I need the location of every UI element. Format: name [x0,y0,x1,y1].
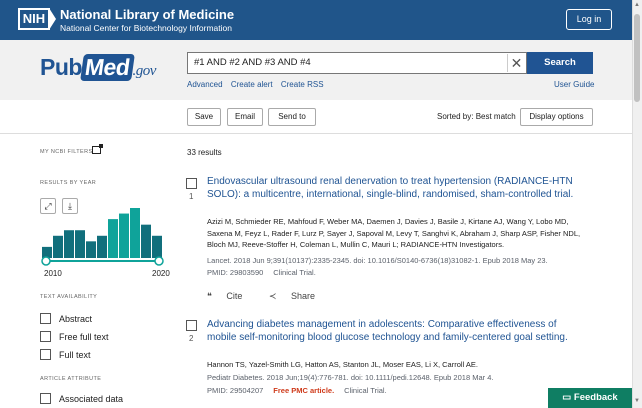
checkbox[interactable] [40,393,51,404]
filter-label: Abstract [59,314,93,324]
logo-gov: .gov [132,63,156,79]
create-rss-link[interactable]: Create RSS [281,80,324,89]
year-bar[interactable] [97,235,107,258]
result-authors: Hannon TS, Yazel-Smith LG, Hatton AS, St… [207,360,478,369]
email-button[interactable]: Email [227,108,263,126]
chat-icon: ▭ [562,392,572,403]
text-availability-heading: TEXT AVAILABILITY [40,294,98,300]
result-number: 2 [189,334,194,343]
result-pmid: PMID: 29803590 [207,268,264,277]
year-bar[interactable] [141,224,151,258]
result-type: Clinical Trial. [344,386,387,395]
filter-label: Associated data [59,394,124,404]
result-title[interactable]: Endovascular ultrasound renal denervatio… [207,176,587,201]
share-button[interactable]: ≺ Share [269,291,327,301]
article-attribute-heading: ARTICLE ATTRIBUTE [40,376,102,382]
result-number: 1 [189,192,194,201]
filter-label: Free full text [59,332,109,342]
free-pmc-badge: Free PMC article. [273,386,335,395]
result-title[interactable]: Advancing diabetes management in adolesc… [207,319,587,344]
filter-full-text[interactable]: Full text [40,349,91,360]
year-bar[interactable] [130,208,140,258]
result-checkbox[interactable] [186,178,197,189]
result-pmid-row: PMID: 29504207 Free PMC article. Clinical … [207,386,387,395]
feedback-label: Feedback [573,392,618,403]
year-bar[interactable] [86,241,96,258]
results-count: 33 results [187,148,222,157]
result-citation: Lancet. 2018 Jun 9;391(10137):2335-2345.… [207,256,548,265]
result-authors: Azizi M, Schmieder RE, Mahfoud F, Weber … [207,217,581,249]
user-guide-link[interactable]: User Guide [554,80,594,89]
share-icon: ≺ [268,291,277,301]
filter-associated-data[interactable]: Associated data [40,393,123,404]
year-chart-svg [41,208,164,266]
clear-icon[interactable]: ✕ [507,54,525,72]
cite-button[interactable]: ❝ Cite [207,291,254,301]
search-input[interactable]: #1 AND #2 AND #3 AND #4 [187,52,527,74]
external-link-icon[interactable] [92,144,103,154]
scroll-up-arrow[interactable]: ▲ [634,2,640,8]
my-ncbi-filters-heading: MY NCBI FILTERS [40,149,93,155]
login-button[interactable]: Log in [566,9,612,30]
save-button[interactable]: Save [187,108,221,126]
filter-label: Full text [59,350,91,360]
checkbox[interactable] [40,313,51,324]
send-to-button[interactable]: Send to [268,108,316,126]
display-options-button[interactable]: Display options [520,108,593,126]
range-start-handle[interactable] [41,256,51,266]
nlm-title[interactable]: National Library of Medicine [60,7,234,22]
result-type: Clinical Trial. [273,268,316,277]
pubmed-logo[interactable]: PubMed.gov [40,54,156,81]
nih-header-bar: NIH National Library of Medicine Nationa… [0,0,632,40]
results-by-year-heading: RESULTS BY YEAR [40,180,97,186]
filter-abstract[interactable]: Abstract [40,313,92,324]
year-start-label: 2010 [44,269,62,278]
year-bar[interactable] [75,230,85,258]
feedback-button[interactable]: ▭ Feedback [548,388,632,408]
search-header: PubMed.gov #1 AND #2 AND #3 AND #4 ✕ Sea… [0,40,632,100]
year-bar[interactable] [53,235,63,258]
nih-logo[interactable]: NIH [18,8,56,30]
sort-order[interactable]: Sorted by: Best match [437,112,516,121]
year-bar[interactable] [42,246,52,258]
search-button[interactable]: Search [527,52,593,74]
logo-med: Med [80,54,135,81]
share-label: Share [290,291,315,301]
year-bar[interactable] [64,230,74,258]
logo-pub: Pub [40,54,82,80]
year-bar[interactable] [119,213,129,258]
quote-icon: ❝ [207,291,212,301]
scrollbar-thumb[interactable] [634,14,640,102]
filter-free-full-text[interactable]: Free full text [40,331,109,342]
result-pmid-row: PMID: 29803590 Clinical Trial. [207,268,316,277]
range-end-handle[interactable] [154,256,164,266]
checkbox[interactable] [40,331,51,342]
ncbi-subtitle: National Center for Biotechnology Inform… [60,23,232,33]
search-links: Advanced Create alert Create RSS [187,80,330,89]
year-end-label: 2020 [152,269,170,278]
year-bar[interactable] [152,235,162,258]
cite-label: Cite [226,291,243,301]
checkbox[interactable] [40,349,51,360]
result-checkbox[interactable] [186,320,197,331]
scroll-down-arrow[interactable]: ▼ [634,398,640,404]
result-pmid: PMID: 29504207 [207,386,264,395]
results-toolbar: Save Email Send to Sorted by: Best match… [0,100,632,134]
year-bar[interactable] [108,219,118,258]
create-alert-link[interactable]: Create alert [231,80,273,89]
results-by-year-chart[interactable] [40,198,165,268]
result-citation: Pediatr Diabetes. 2018 Jun;19(4):776-781… [207,373,494,382]
result-actions: ❝ Cite ≺ Share [207,291,339,302]
advanced-link[interactable]: Advanced [187,80,223,89]
